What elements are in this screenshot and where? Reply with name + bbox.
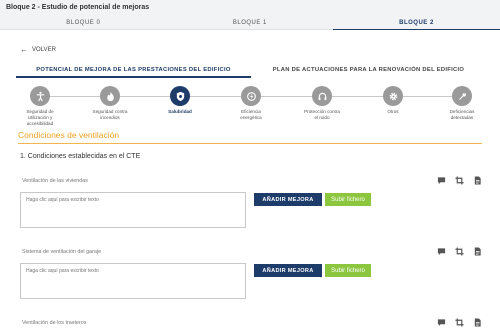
- comment-icon[interactable]: [436, 317, 447, 328]
- category-accesibilidad[interactable]: Seguridad de Utilización y accesibilidad: [10, 86, 70, 127]
- section-title: Condiciones de ventilación: [18, 130, 120, 140]
- document-icon[interactable]: [472, 175, 483, 186]
- tab-potencial-mejora[interactable]: POTENCIAL DE MEJORA DE LAS PRESTACIONES …: [16, 64, 251, 78]
- arrow-left-icon: ←: [20, 45, 28, 54]
- field-label-viviendas: Ventilación de las viviendas: [22, 178, 88, 184]
- tab-bloque-2[interactable]: BLOQUE 2: [333, 16, 500, 30]
- accessibility-icon: [30, 86, 50, 106]
- category-label: Protección contra el ruido: [304, 109, 340, 120]
- upload-file-button[interactable]: Subir fichero: [325, 264, 371, 277]
- tab-bloque-0[interactable]: BLOQUE 0: [0, 16, 167, 30]
- subsection-title: 1. Condiciones establecidas en el CTE: [20, 153, 141, 160]
- category-deficiencias[interactable]: Deficiencias detectadas: [432, 86, 492, 121]
- category-incendios[interactable]: Seguridad contra incendios: [80, 86, 140, 121]
- category-label: Eficiencia energética: [240, 109, 262, 120]
- headphones-icon: [312, 86, 332, 106]
- field-label-garaje: Sistema de ventilación del garaje: [22, 249, 102, 255]
- field-label-trasteros: Ventilación de los trasteros: [22, 320, 87, 326]
- field-actions: [436, 317, 483, 328]
- tab-plan-actuaciones[interactable]: PLAN DE ACTUACIONES PARA LA RENOVACIÓN D…: [251, 64, 486, 78]
- text-field-viviendas[interactable]: [20, 192, 246, 228]
- crop-icon[interactable]: [454, 246, 465, 257]
- energy-icon: [241, 86, 261, 106]
- section-divider: [18, 143, 482, 144]
- document-icon[interactable]: [472, 246, 483, 257]
- category-ruido[interactable]: Protección contra el ruido: [292, 86, 352, 121]
- category-eficiencia[interactable]: Eficiencia energética: [221, 86, 281, 121]
- crop-icon[interactable]: [454, 317, 465, 328]
- crop-icon[interactable]: [454, 175, 465, 186]
- add-improvement-button[interactable]: AÑADIR MEJORA: [254, 193, 322, 206]
- wrench-icon: [452, 86, 472, 106]
- category-otros[interactable]: Otros: [363, 86, 423, 115]
- field-actions: [436, 175, 483, 186]
- top-bar: Bloque 2 - Estudio de potencial de mejor…: [0, 0, 500, 30]
- page-title: Bloque 2 - Estudio de potencial de mejor…: [6, 4, 150, 11]
- bloque-tabs: BLOQUE 0 BLOQUE 1 BLOQUE 2: [0, 16, 500, 30]
- gear-icon: [383, 86, 403, 106]
- comment-icon[interactable]: [436, 246, 447, 257]
- category-label: Seguridad contra incendios: [92, 109, 128, 120]
- back-link[interactable]: ← VOLVER: [20, 45, 56, 54]
- tab-bloque-1[interactable]: BLOQUE 1: [167, 16, 334, 30]
- category-label: Salubridad: [168, 109, 192, 114]
- back-label: VOLVER: [32, 47, 56, 53]
- text-field-garaje[interactable]: [20, 263, 246, 299]
- field-actions: [436, 246, 483, 257]
- shield-icon: [170, 86, 190, 106]
- section-tabs: POTENCIAL DE MEJORA DE LAS PRESTACIONES …: [16, 64, 486, 78]
- category-label: Otros: [387, 109, 399, 114]
- comment-icon[interactable]: [436, 175, 447, 186]
- upload-file-button[interactable]: Subir fichero: [325, 193, 371, 206]
- fire-icon: [100, 86, 120, 106]
- add-improvement-button[interactable]: AÑADIR MEJORA: [254, 264, 322, 277]
- category-salubridad[interactable]: Salubridad: [150, 86, 210, 115]
- category-stepper: Seguridad de Utilización y accesibilidad S…: [10, 84, 490, 132]
- category-label: Seguridad de Utilización y accesibilidad: [26, 109, 54, 126]
- document-icon[interactable]: [472, 317, 483, 328]
- category-label: Deficiencias detectadas: [449, 109, 475, 120]
